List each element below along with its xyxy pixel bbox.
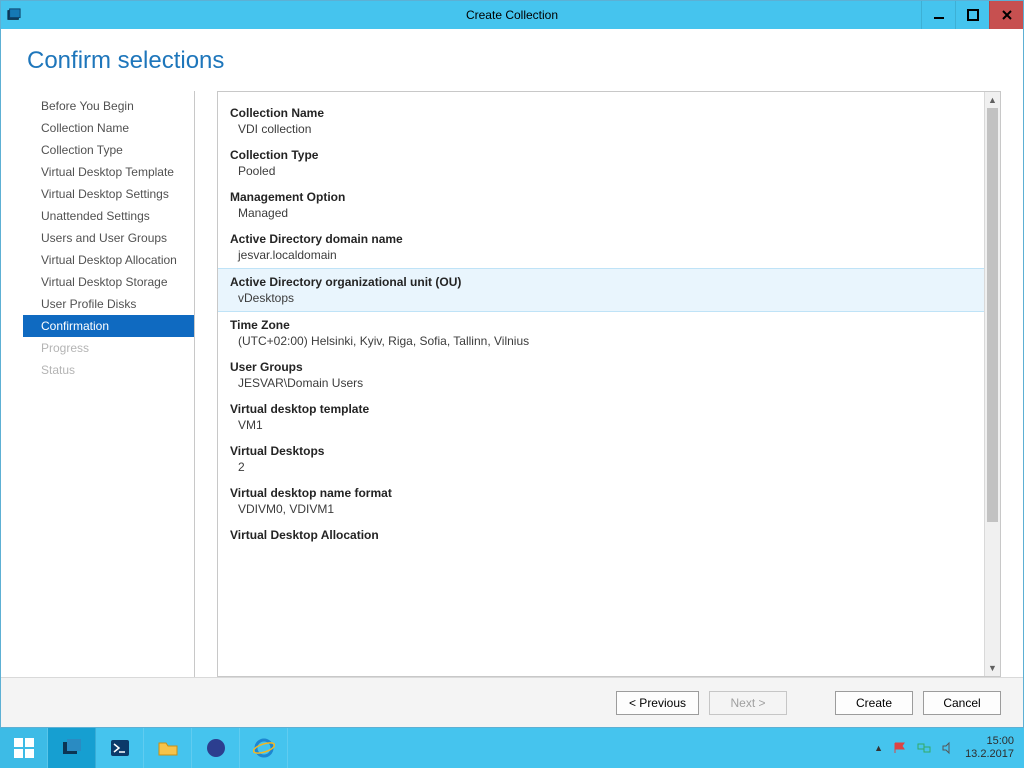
page-title: Confirm selections [27, 47, 997, 75]
action-center-flag-icon[interactable] [893, 741, 907, 755]
taskbar-clock[interactable]: 15:00 13.2.2017 [965, 735, 1014, 761]
confirmation-row: Virtual desktop template VM1 [218, 396, 984, 438]
wizard-step-item[interactable]: Virtual Desktop Storage [23, 271, 194, 293]
vertical-scrollbar[interactable]: ▲ ▼ [984, 92, 1000, 676]
title-bar: Create Collection [1, 1, 1023, 29]
confirmation-panel: Collection NameVDI collectionCollection … [217, 91, 1001, 677]
wizard-step-item[interactable]: Virtual Desktop Settings [23, 183, 194, 205]
confirmation-row: Collection Type Pooled [218, 142, 984, 184]
wizard-window: Create Collection Confirm selections Bef… [0, 0, 1024, 728]
confirmation-value: Pooled [230, 164, 972, 178]
confirmation-row: User Groups JESVAR\Domain Users [218, 354, 984, 396]
confirmation-row: Management Option Managed [218, 184, 984, 226]
wizard-step-item[interactable]: Virtual Desktop Template [23, 161, 194, 183]
scroll-down-arrow-icon[interactable]: ▼ [985, 660, 1000, 676]
wizard-step-item: Status [23, 359, 194, 381]
volume-icon[interactable] [941, 741, 955, 755]
taskbar-time: 15:00 [965, 735, 1014, 748]
wizard-step-item[interactable]: Collection Name [23, 117, 194, 139]
confirmation-label: Active Directory domain name [230, 232, 972, 246]
confirmation-row: Virtual Desktop Allocation [218, 522, 984, 548]
confirmation-row: Collection Name VDI collection [218, 100, 984, 142]
confirmation-label: Management Option [230, 190, 972, 204]
confirmation-label: Collection Name [230, 106, 972, 120]
confirmation-row: Active Directory domain name jesvar.local… [218, 226, 984, 268]
taskbar-date: 13.2.2017 [965, 748, 1014, 761]
confirmation-row: Virtual Desktops 2 [218, 438, 984, 480]
wizard-step-item[interactable]: Confirmation [23, 315, 194, 337]
confirmation-label: Active Directory organizational unit (OU… [230, 275, 972, 289]
confirmation-row: Virtual desktop name format VDIVM0, VDIVM… [218, 480, 984, 522]
network-icon[interactable] [917, 741, 931, 755]
wizard-header: Confirm selections [1, 29, 1023, 85]
confirmation-value: JESVAR\Domain Users [230, 376, 972, 390]
taskbar-internet-explorer[interactable] [240, 728, 288, 768]
confirmation-label: User Groups [230, 360, 972, 374]
taskbar-firefox[interactable] [192, 728, 240, 768]
wizard-footer: < Previous Next > Create Cancel [1, 677, 1023, 727]
confirmation-value: VDI collection [230, 122, 972, 136]
confirmation-row[interactable]: Active Directory organizational unit (OU… [218, 268, 984, 312]
confirmation-value: Managed [230, 206, 972, 220]
wizard-step-item[interactable]: Virtual Desktop Allocation [23, 249, 194, 271]
confirmation-label: Virtual desktop template [230, 402, 972, 416]
scroll-track[interactable] [985, 108, 1000, 660]
start-button[interactable] [0, 728, 48, 768]
taskbar-file-explorer[interactable] [144, 728, 192, 768]
confirmation-label: Virtual desktop name format [230, 486, 972, 500]
confirmation-value: jesvar.localdomain [230, 248, 972, 262]
scroll-thumb[interactable] [987, 108, 998, 522]
confirmation-label: Time Zone [230, 318, 972, 332]
wizard-step-item[interactable]: Collection Type [23, 139, 194, 161]
system-tray: ▲ 15:00 13.2.2017 [864, 728, 1024, 768]
next-button[interactable]: Next > [709, 691, 787, 715]
window-title: Create Collection [1, 8, 1023, 22]
wizard-step-item: Progress [23, 337, 194, 359]
confirmation-label: Collection Type [230, 148, 972, 162]
confirmation-label: Virtual Desktops [230, 444, 972, 458]
confirmation-label: Virtual Desktop Allocation [230, 528, 972, 542]
show-hidden-icons-icon[interactable]: ▲ [874, 743, 883, 753]
confirmation-value: VM1 [230, 418, 972, 432]
confirmation-row: Time Zone (UTC+02:00) Helsinki, Kyiv, Rig… [218, 312, 984, 354]
create-button[interactable]: Create [835, 691, 913, 715]
confirmation-value: (UTC+02:00) Helsinki, Kyiv, Riga, Sofia,… [230, 334, 972, 348]
cancel-button[interactable]: Cancel [923, 691, 1001, 715]
previous-button[interactable]: < Previous [616, 691, 699, 715]
confirmation-value: 2 [230, 460, 972, 474]
taskbar-powershell[interactable] [96, 728, 144, 768]
taskbar-server-manager[interactable] [48, 728, 96, 768]
taskbar: ▲ 15:00 13.2.2017 [0, 728, 1024, 768]
wizard-step-item[interactable]: User Profile Disks [23, 293, 194, 315]
wizard-step-item[interactable]: Users and User Groups [23, 227, 194, 249]
wizard-step-item[interactable]: Before You Begin [23, 95, 194, 117]
scroll-up-arrow-icon[interactable]: ▲ [985, 92, 1000, 108]
confirmation-value: vDesktops [230, 291, 972, 305]
confirmation-value: VDIVM0, VDIVM1 [230, 502, 972, 516]
wizard-step-item[interactable]: Unattended Settings [23, 205, 194, 227]
wizard-steps-nav: Before You BeginCollection NameCollectio… [23, 91, 195, 677]
